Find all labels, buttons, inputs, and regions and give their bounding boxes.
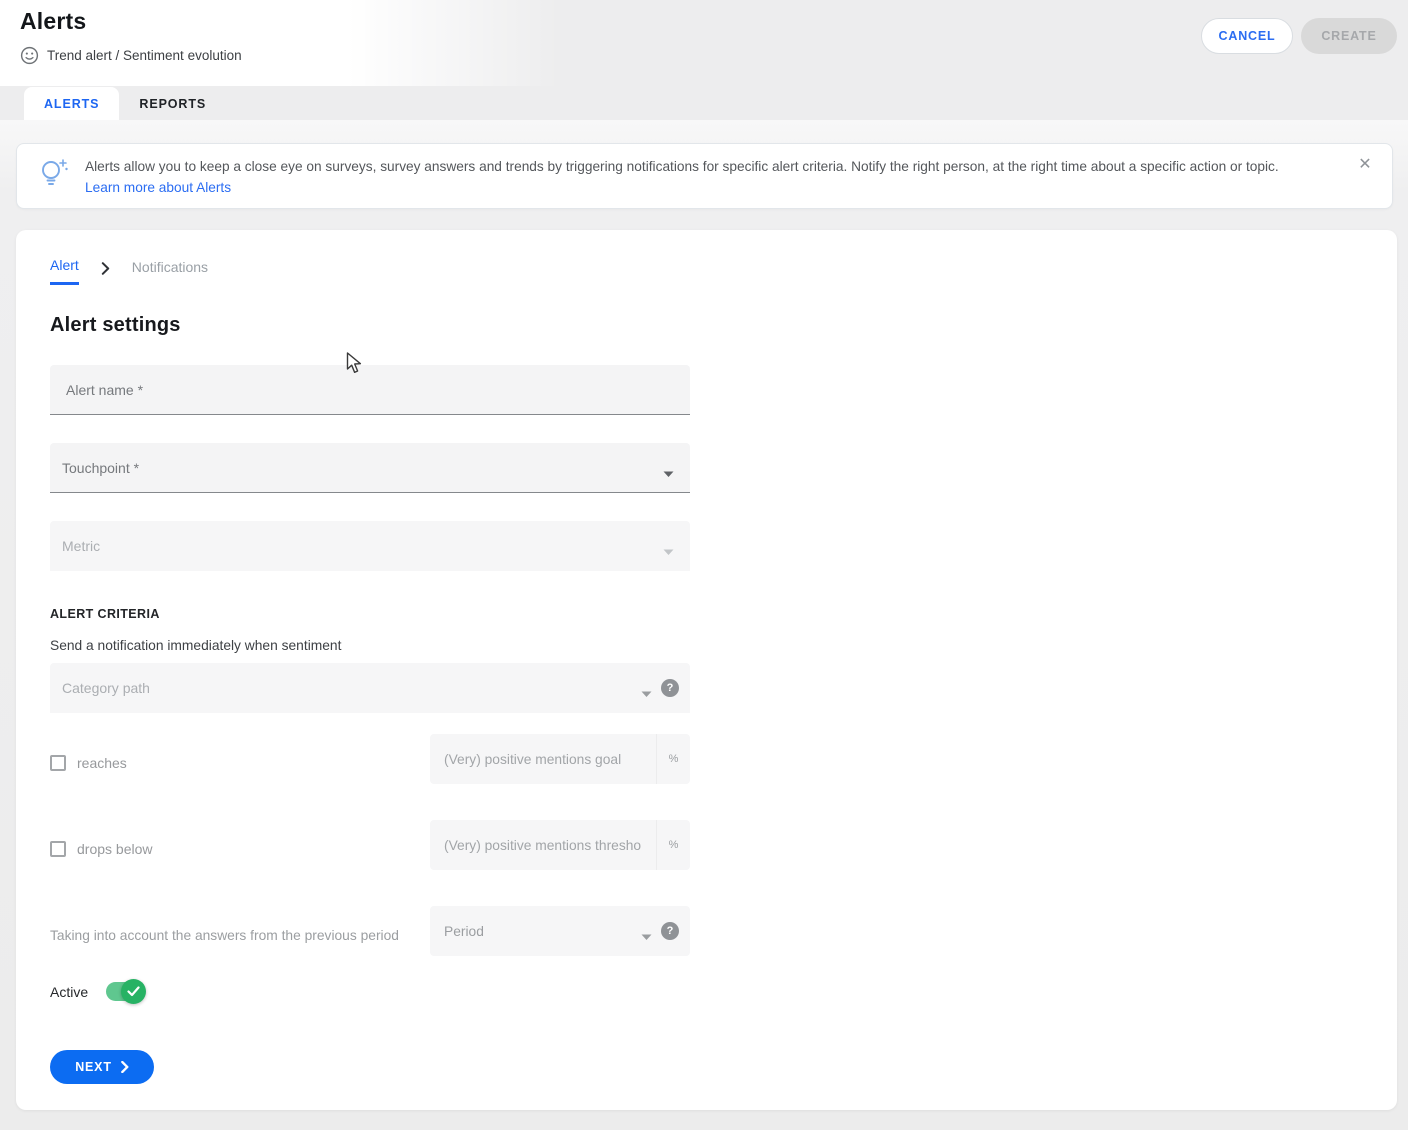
goal-input[interactable] [430,734,642,784]
stepper: Alert Notifications [50,257,208,285]
drops-below-label: drops below [77,841,153,857]
category-path-dropdown[interactable]: Category path ? [50,663,690,713]
tab-reports[interactable]: REPORTS [119,87,226,120]
next-button-label: NEXT [75,1060,112,1074]
chevron-right-icon [121,1061,129,1073]
alert-form-card: Alert Notifications Alert settings Touch… [16,230,1397,1110]
help-icon[interactable]: ? [661,679,679,697]
help-icon[interactable]: ? [661,922,679,940]
metric-label: Metric [62,521,100,571]
criteria-intro: Send a notification immediately when sen… [50,638,341,653]
form-heading: Alert settings [50,314,181,337]
reaches-checkbox-row[interactable]: reaches [50,755,127,771]
top-actions: CANCEL CREATE [1201,18,1397,54]
criteria-heading: ALERT CRITERIA [50,607,160,621]
cancel-button[interactable]: CANCEL [1201,18,1293,54]
step-notifications[interactable]: Notifications [132,259,208,284]
period-dropdown[interactable]: Period ? [430,906,690,956]
touchpoint-dropdown[interactable]: Touchpoint * [50,443,690,493]
alert-name-input[interactable] [50,365,690,414]
alerts-page: Alerts Trend alert / Sentiment evolution… [0,0,1408,1130]
breadcrumb: Trend alert / Sentiment evolution [20,46,242,65]
drops-below-checkbox-row[interactable]: drops below [50,841,153,857]
tab-bar: ALERTS REPORTS [24,87,226,120]
drops-below-checkbox[interactable] [50,841,66,857]
alert-name-field [50,365,690,415]
chevron-down-icon [641,928,652,946]
threshold-field: % [430,820,690,870]
category-path-label: Category path [62,663,150,713]
active-row: Active [50,982,143,1001]
chevron-down-icon [641,685,652,703]
tab-alerts[interactable]: ALERTS [24,87,119,120]
threshold-input[interactable] [430,820,642,870]
goal-field: % [430,734,690,784]
active-label: Active [50,984,88,1000]
learn-more-link[interactable]: Learn more about Alerts [85,180,231,195]
smiley-icon [20,46,39,65]
chevron-right-icon [101,262,110,275]
breadcrumb-label: Trend alert / Sentiment evolution [47,48,242,63]
percent-suffix: % [656,734,690,784]
close-icon[interactable]: ✕ [1354,153,1376,175]
period-row-label: Taking into account the answers from the… [50,928,399,943]
touchpoint-label: Touchpoint * [62,443,139,492]
next-button[interactable]: NEXT [50,1050,154,1084]
chevron-down-icon [663,465,674,483]
toggle-check-icon [121,979,146,1004]
reaches-label: reaches [77,755,127,771]
percent-suffix: % [656,820,690,870]
period-label: Period [444,906,484,956]
metric-dropdown[interactable]: Metric [50,521,690,571]
banner-text: Alerts allow you to keep a close eye on … [85,159,1335,174]
page-title: Alerts [20,8,86,35]
active-toggle[interactable] [106,982,143,1001]
step-alert[interactable]: Alert [50,257,79,285]
chevron-down-icon [663,543,674,561]
lightbulb-icon [39,157,69,198]
create-button[interactable]: CREATE [1301,18,1397,54]
reaches-checkbox[interactable] [50,755,66,771]
info-banner: Alerts allow you to keep a close eye on … [16,143,1393,209]
